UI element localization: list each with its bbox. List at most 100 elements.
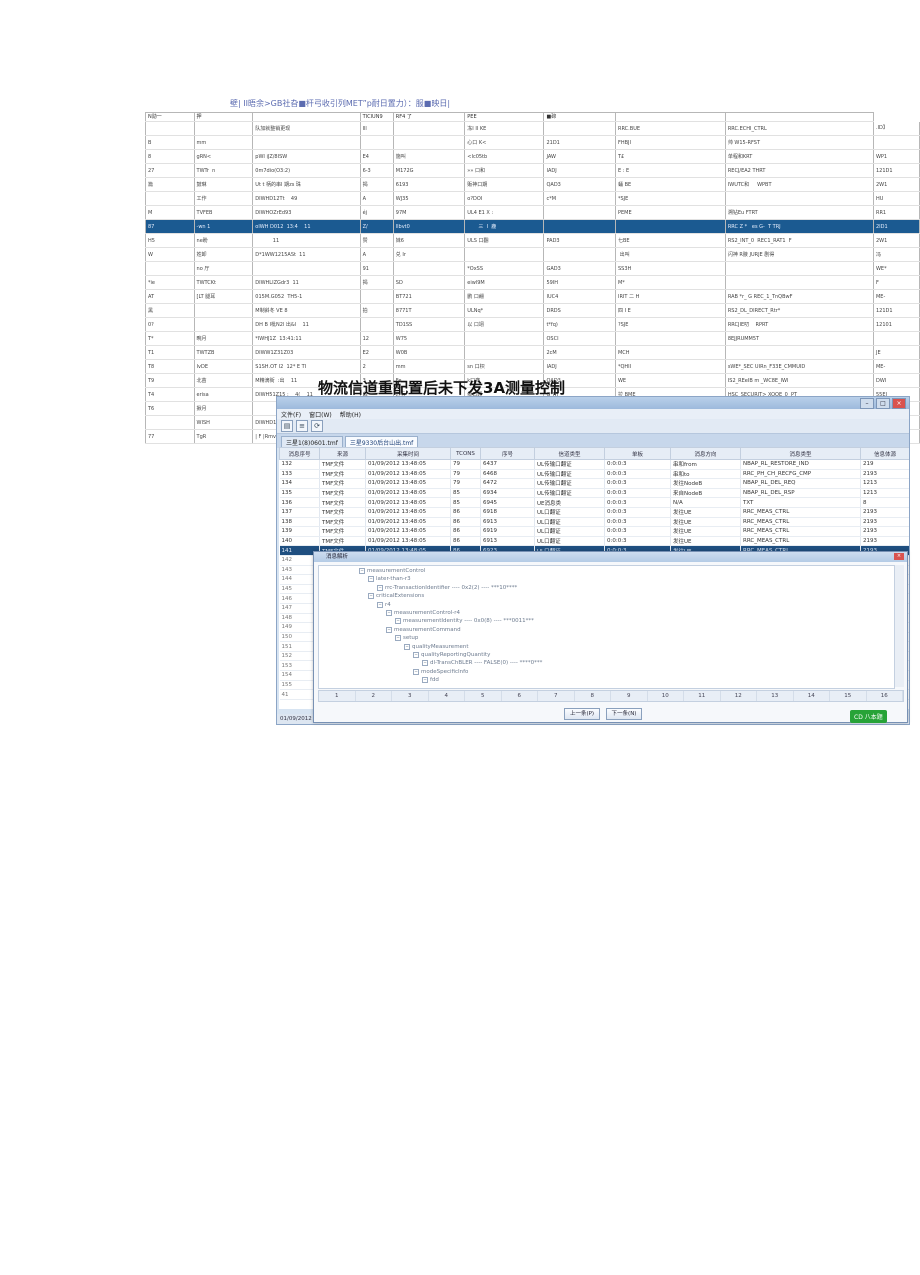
expand-toggle-icon[interactable]: − (377, 584, 383, 591)
expand-toggle-icon[interactable]: − (386, 626, 392, 633)
message-cell: 6472 (480, 478, 535, 489)
top-table-cell: eiwl9M (464, 275, 544, 290)
expand-toggle-icon[interactable]: − (395, 635, 401, 642)
tree-node[interactable]: − r4 (377, 601, 391, 608)
message-cell: 85 (450, 488, 481, 499)
top-table-cell: *QHII (614, 359, 726, 374)
expand-toggle-icon[interactable]: − (413, 652, 419, 658)
top-table-cell: DIWW1Z31Z03 (252, 345, 361, 360)
close-icon[interactable]: × (892, 398, 906, 409)
expand-toggle-icon[interactable]: − (404, 643, 410, 650)
top-table-row: 队加就整销更现 Ill 冻I II KE RRC.BUE RRC.ECHI_CTRL.… (145, 121, 920, 136)
expand-toggle-icon[interactable]: − (368, 593, 374, 600)
menu-help[interactable]: 帮助(H) (340, 410, 361, 419)
expand-toggle-icon[interactable]: − (422, 677, 428, 684)
top-table-cell: olWH D012 13:4 11 (252, 219, 361, 234)
message-row[interactable]: 139 TMF文件 01/09/2012 13:48:05 86 6919 UL口翻证 0:… (279, 526, 909, 537)
expand-toggle-icon[interactable]: − (395, 618, 401, 625)
top-table-cell: WE (614, 373, 726, 388)
message-row[interactable]: 137 TMF文件 01/09/2012 13:48:05 86 6918 UL口翻证 0:… (279, 507, 909, 518)
column-header[interactable]: 信息体源 (860, 447, 909, 460)
top-table-cell (614, 219, 726, 234)
top-table-cell (872, 331, 920, 346)
tree-node[interactable]: − measurementCommand (386, 626, 461, 633)
top-table-cell: IvDE (193, 359, 253, 374)
message-row[interactable]: 135 TMF文件 01/09/2012 13:48:05 85 6934 UL传输口翻证… (279, 488, 909, 499)
expand-toggle-icon[interactable]: − (359, 568, 365, 574)
top-table-row: T8 IvDE S1SH.OT I2 12* E TI 2 mm sn 口枳 IADJ *QH… (145, 359, 920, 374)
expand-toggle-icon[interactable]: − (413, 668, 419, 675)
expand-toggle-icon[interactable]: − (377, 601, 383, 608)
menu-window[interactable]: 窗口(W) (309, 410, 332, 419)
tree-node[interactable]: − criticalExtensions (368, 593, 424, 600)
message-row[interactable]: 140 TMF文件 01/09/2012 13:48:05 86 6913 UL口翻证 0:… (279, 536, 909, 547)
top-table-cell: 冯 (872, 247, 920, 262)
column-header[interactable]: 序号 (480, 447, 535, 460)
tree-node[interactable]: − qualityMeasurement (404, 643, 469, 650)
message-row[interactable]: 134 TMF文件 01/09/2012 13:48:05 79 6472 UL传输口翻证… (279, 478, 909, 489)
column-header[interactable]: 消息序号 (279, 447, 320, 460)
top-table-cell (359, 135, 394, 150)
top-table-cell: A (359, 247, 394, 262)
column-header[interactable]: 采集时间 (365, 447, 451, 460)
next-message-button[interactable]: 下一条(N) (606, 708, 642, 720)
ruler-tick-label: 4 (429, 691, 465, 701)
column-header[interactable]: 消息类型 (740, 447, 861, 460)
expand-toggle-icon[interactable]: − (422, 660, 428, 667)
message-cell: UL口翻证 (534, 507, 605, 518)
tree-node-label: modeSpecificInfo (421, 668, 469, 675)
top-table-cell: 揭 (359, 275, 394, 290)
message-cell: 86 (450, 507, 481, 518)
tree-node[interactable]: − setup (395, 635, 418, 642)
message-cell: 79 (450, 469, 481, 480)
column-header[interactable]: 单板 (604, 447, 671, 460)
open-file-icon[interactable]: ▤ (281, 420, 293, 432)
top-table-cell: DH B I枇N2l 出&l 11 (252, 317, 361, 332)
prev-message-button[interactable]: 上一条(P) (564, 708, 600, 720)
top-table-cell: 12 (359, 331, 394, 346)
column-header[interactable]: TCONS (450, 447, 481, 460)
top-table-cell: PAD3 (543, 233, 616, 248)
message-row[interactable]: 138 TMF文件 01/09/2012 13:48:05 86 6913 UL口翻证 0:… (279, 517, 909, 528)
toolbar: ▤ ≡ ⟳ (277, 419, 909, 434)
top-table-cell: WE* (872, 261, 920, 276)
refresh-icon[interactable]: ⟳ (311, 420, 323, 432)
message-row[interactable]: 132 TMF文件 01/09/2012 13:48:05 79 6437 UL传输口翻证… (279, 459, 909, 470)
message-row[interactable]: 133 TMF文件 01/09/2012 13:48:05 79 6468 UL传输口翻证… (279, 469, 909, 480)
top-table-cell: SD (392, 275, 465, 290)
top-table-cell: 姓卸 (193, 247, 253, 262)
column-header[interactable]: 信道类型 (534, 447, 605, 460)
message-row[interactable]: 136 TMF文件 01/09/2012 13:48:05 85 6945 UE消息类 0:… (279, 497, 909, 508)
top-table-cell: GAD3 (543, 261, 616, 276)
list-icon[interactable]: ≡ (296, 420, 308, 432)
tree-node[interactable]: − modeSpecificInfo (413, 668, 469, 675)
tree-node[interactable]: − measurementControl-r4 (386, 610, 460, 616)
expand-toggle-icon[interactable]: − (368, 576, 374, 583)
tree-node[interactable]: − fdd (422, 677, 439, 684)
expand-toggle-icon[interactable]: − (386, 610, 392, 616)
maximize-icon[interactable]: □ (876, 398, 890, 409)
top-table-cell: mm (193, 135, 253, 150)
top-table-row: 工作 DIWHD12Tt 49 A WJ35 o?DOI c*M *SJE HU (145, 191, 920, 206)
minimize-icon[interactable]: – (860, 398, 874, 409)
tree-scrollbar[interactable] (894, 565, 904, 687)
dialog-close-icon[interactable]: × (894, 553, 904, 560)
message-cell: 2193 (860, 536, 909, 547)
tree-node[interactable]: − later-than-r3 (368, 576, 411, 583)
column-header[interactable]: 来源 (319, 447, 366, 460)
top-table-cell (193, 317, 253, 332)
tree-node[interactable]: − measurementIdentity ---- 0x0(8) ---- **… (395, 618, 534, 625)
tree-node[interactable]: − qualityReportingQuantity (413, 652, 490, 658)
top-table-cell: TWTr n (193, 163, 253, 178)
top-table-cell: sWE*_SEC UIRn_F33E_CMMUID (724, 359, 874, 374)
tree-node[interactable]: − rrc-TransactionIdentifier ---- 0x2(2) -… (377, 584, 517, 591)
tree-node[interactable]: − dl-TransChBLER ---- FALSE(0) ---- ****0… (422, 660, 542, 667)
top-table-cell (543, 205, 616, 220)
column-header[interactable]: 消息方向 (670, 447, 741, 460)
menu-file[interactable]: 文件(F) (281, 410, 301, 419)
message-cell: UL口翻证 (534, 536, 605, 547)
top-table-cell: M (145, 205, 195, 220)
message-cell: NBAP_RL_RESTORE_IND (740, 459, 861, 470)
tree-node[interactable]: − measurementControl (359, 568, 425, 574)
message-cell: 1213 (860, 488, 909, 499)
